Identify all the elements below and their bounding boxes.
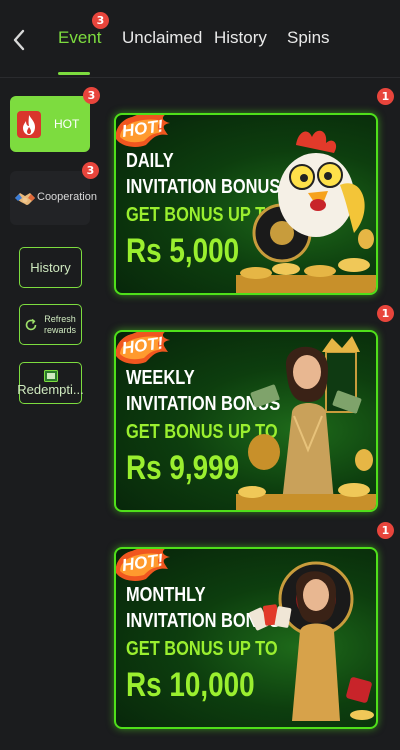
tab-event[interactable]: Event	[58, 28, 101, 48]
woman-with-cash-illustration	[236, 336, 376, 510]
redemption-button[interactable]: Redempti...	[17, 362, 84, 404]
chevron-left-icon	[13, 29, 25, 51]
chicken-roulette-illustration	[236, 130, 376, 293]
tab-unclaimed[interactable]: Unclaimed	[122, 28, 202, 48]
back-button[interactable]	[6, 24, 32, 56]
tab-event-badge: 3	[92, 12, 109, 29]
monthly-invitation-bonus-banner[interactable]: HOT! MONTHLY INVITATION BONUS GET BONUS …	[114, 547, 378, 729]
handshake-icon	[15, 193, 35, 205]
weekly-invitation-bonus-banner[interactable]: HOT! WEEKLY INVITATION BONUS GET BONUS U…	[114, 330, 378, 512]
weekly-banner-badge: 1	[377, 305, 394, 322]
redemption-label: Redempti...	[17, 381, 84, 397]
banner-title: MONTHLY	[126, 584, 206, 606]
sidebar-item-cooperation[interactable]: Cooperation	[10, 171, 97, 225]
refresh-icon	[25, 318, 37, 330]
flame-icon	[17, 111, 41, 138]
daily-banner-badge: 1	[377, 88, 394, 105]
refresh-rewards-button[interactable]: Refresh rewards	[19, 304, 82, 345]
sidebar-item-label: Cooperation	[37, 191, 97, 203]
history-button-label: History	[30, 260, 71, 275]
banner-title: DAILY	[126, 150, 174, 172]
woman-with-cards-illustration	[249, 561, 374, 721]
tab-history[interactable]: History	[214, 28, 267, 48]
hot-badge: 3	[83, 87, 100, 104]
tab-spins[interactable]: Spins	[287, 28, 330, 48]
sidebar-item-label: HOT	[54, 117, 80, 131]
refresh-rewards-label: Refresh rewards	[44, 313, 77, 335]
active-tab-indicator	[58, 72, 90, 75]
monthly-banner-badge: 1	[377, 522, 394, 539]
gift-code-icon	[43, 369, 58, 382]
banner-amount: Rs 5,000	[126, 232, 240, 270]
event-screen: { "nav": { "tabs": [ {"label": "Event", …	[0, 0, 400, 750]
top-nav: Event 3 Unclaimed History Spins	[0, 0, 400, 78]
banner-amount: Rs 10,000	[126, 666, 255, 704]
history-button[interactable]: History	[19, 247, 82, 288]
cooperation-badge: 3	[82, 162, 99, 179]
daily-invitation-bonus-banner[interactable]: HOT! DAILY INVITATION BONUS GET BONUS UP…	[114, 113, 378, 295]
sidebar-item-hot[interactable]: HOT	[10, 96, 90, 152]
banner-amount: Rs 9,999	[126, 449, 240, 487]
banner-title: WEEKLY	[126, 367, 195, 389]
